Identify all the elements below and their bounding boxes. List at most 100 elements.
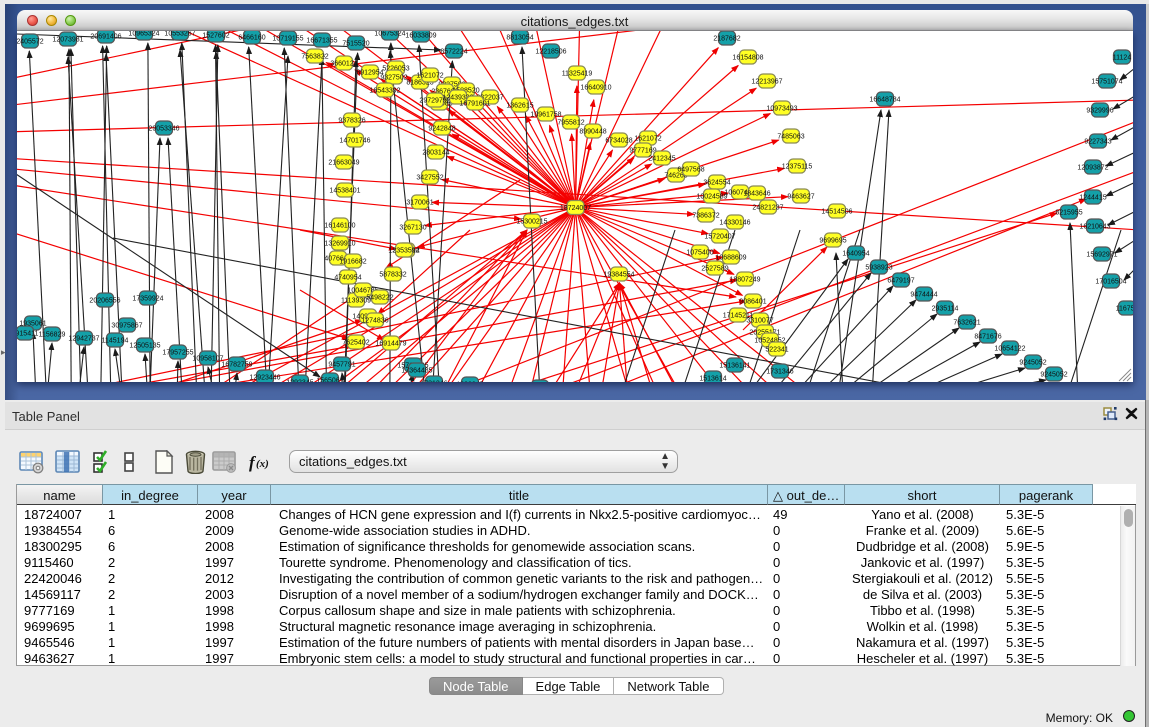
svg-text:16782759: 16782759	[221, 362, 252, 369]
svg-text:13269910: 13269910	[324, 241, 355, 248]
svg-text:16791601: 16791601	[459, 101, 490, 108]
svg-text:8813054: 8813054	[506, 35, 533, 42]
svg-text:1513614: 1513614	[699, 376, 726, 383]
svg-text:15692971: 15692971	[1086, 252, 1117, 259]
svg-text:24821237: 24821237	[752, 205, 783, 212]
svg-text:12353594: 12353594	[388, 248, 419, 255]
svg-text:1527602: 1527602	[202, 33, 229, 40]
svg-text:9329996: 9329996	[1086, 108, 1113, 115]
svg-text:9245052: 9245052	[1019, 360, 1046, 367]
svg-text:20691406: 20691406	[90, 34, 121, 41]
svg-text:1362615: 1362615	[506, 103, 533, 110]
svg-text:10654122: 10654122	[994, 346, 1025, 353]
svg-text:29053346: 29053346	[148, 126, 179, 133]
svg-text:522341: 522341	[765, 347, 788, 354]
svg-text:2527589: 2527589	[701, 266, 728, 273]
svg-text:10024589: 10024589	[696, 194, 727, 201]
svg-text:20206556: 20206556	[89, 298, 120, 305]
svg-text:16640910: 16640910	[580, 85, 611, 92]
svg-text:17957255: 17957255	[162, 350, 193, 357]
svg-text:9474444: 9474444	[910, 292, 937, 299]
svg-text:16146100: 16146100	[324, 223, 355, 230]
svg-text:1292345: 1292345	[456, 382, 483, 383]
svg-text:15300215: 15300215	[516, 219, 547, 226]
svg-text:17359924: 17359924	[132, 296, 163, 303]
svg-text:1916682: 1916682	[339, 259, 366, 266]
svg-text:3170061: 3170061	[406, 200, 433, 207]
svg-text:16033809: 16033809	[405, 33, 436, 40]
svg-text:17016504: 17016504	[1095, 279, 1126, 286]
svg-text:12505135: 12505135	[129, 343, 160, 350]
svg-text:9227343: 9227343	[1084, 139, 1111, 146]
svg-text:16914479: 16914479	[375, 341, 406, 348]
svg-text:9463627: 9463627	[787, 194, 814, 201]
svg-text:7563822: 7563822	[301, 54, 328, 61]
svg-text:9777169: 9777169	[629, 148, 656, 155]
svg-text:6734028: 6734028	[605, 138, 632, 145]
svg-text:15751074: 15751074	[1091, 79, 1122, 86]
svg-text:9457791: 9457791	[328, 362, 355, 369]
svg-text:2935114: 2935114	[932, 306, 959, 313]
svg-text:6497568: 6497568	[677, 167, 704, 174]
svg-text:7955812: 7955812	[557, 120, 584, 127]
svg-text:1292345: 1292345	[286, 380, 313, 383]
svg-text:1731346: 1731346	[766, 369, 793, 376]
svg-text:1621072: 1621072	[416, 73, 443, 80]
svg-text:10688609: 10688609	[715, 255, 746, 262]
svg-text:2803144: 2803144	[422, 150, 449, 157]
svg-text:21663049: 21663049	[328, 160, 359, 167]
svg-text:116753: 116753	[1116, 306, 1133, 313]
svg-text:1843646: 1843646	[743, 191, 770, 198]
svg-text:3624554: 3624554	[703, 180, 730, 187]
svg-text:9378326: 9378326	[338, 118, 365, 125]
svg-text:9086401: 9086401	[739, 299, 766, 306]
svg-text:17364485: 17364485	[401, 368, 432, 375]
svg-text:17145211: 17145211	[723, 313, 754, 320]
svg-text:12375115: 12375115	[782, 164, 813, 171]
svg-text:9327502: 9327502	[380, 75, 407, 82]
svg-text:11124: 11124	[1113, 55, 1132, 62]
svg-text:10973493: 10973493	[766, 106, 797, 113]
svg-text:7485063: 7485063	[777, 134, 804, 141]
svg-text:10958107: 10958107	[192, 356, 223, 363]
svg-text:10965324: 10965324	[128, 31, 159, 38]
svg-text:12213967: 12213967	[751, 79, 782, 86]
svg-text:1731346: 1731346	[420, 381, 447, 383]
svg-text:14701746: 14701746	[339, 138, 370, 145]
svg-text:4740954: 4740954	[334, 275, 361, 282]
svg-text:16210643: 16210643	[1079, 224, 1110, 231]
svg-text:1145194: 1145194	[102, 338, 129, 345]
svg-text:14330146: 14330146	[719, 220, 750, 227]
svg-text:16648784: 16648784	[869, 97, 900, 104]
svg-text:7632621: 7632621	[953, 320, 980, 327]
svg-text:3427552: 3427552	[416, 175, 443, 182]
svg-text:15136141: 15136141	[719, 363, 750, 370]
svg-text:1156829: 1156829	[39, 332, 66, 339]
svg-text:10553267: 10553267	[164, 31, 195, 38]
svg-text:12923446: 12923446	[249, 375, 280, 382]
svg-text:19384554: 19384554	[603, 272, 634, 279]
svg-text:2412345: 2412345	[648, 156, 675, 163]
svg-text:(x): (x)	[256, 458, 269, 470]
svg-text:1565061: 1565061	[316, 378, 343, 383]
svg-text:12942737: 12942737	[68, 336, 99, 343]
svg-text:9242848: 9242848	[428, 126, 455, 133]
svg-text:5938923: 5938923	[865, 265, 892, 272]
svg-text:1075400: 1075400	[686, 250, 713, 257]
svg-text:3660124: 3660124	[330, 61, 357, 68]
svg-text:12073981: 12073981	[52, 37, 83, 44]
svg-text:6479197: 6479197	[887, 278, 914, 285]
svg-text:9699695: 9699695	[819, 238, 846, 245]
svg-text:18807249: 18807249	[729, 277, 760, 284]
svg-text:1621072: 1621072	[634, 136, 661, 143]
svg-text:8215955: 8215955	[1055, 210, 1082, 217]
svg-text:1244415: 1244415	[1079, 195, 1106, 202]
svg-text:16154808: 16154808	[732, 55, 763, 62]
svg-text:12218506: 12218506	[535, 49, 566, 56]
svg-text:8471676: 8471676	[974, 334, 1001, 341]
svg-text:14514506: 14514506	[821, 209, 852, 216]
svg-text:8572224: 8572224	[440, 49, 467, 56]
svg-text:30975867: 30975867	[111, 323, 142, 330]
svg-text:5498222: 5498222	[366, 295, 393, 302]
svg-text:9245052: 9245052	[1040, 372, 1067, 379]
